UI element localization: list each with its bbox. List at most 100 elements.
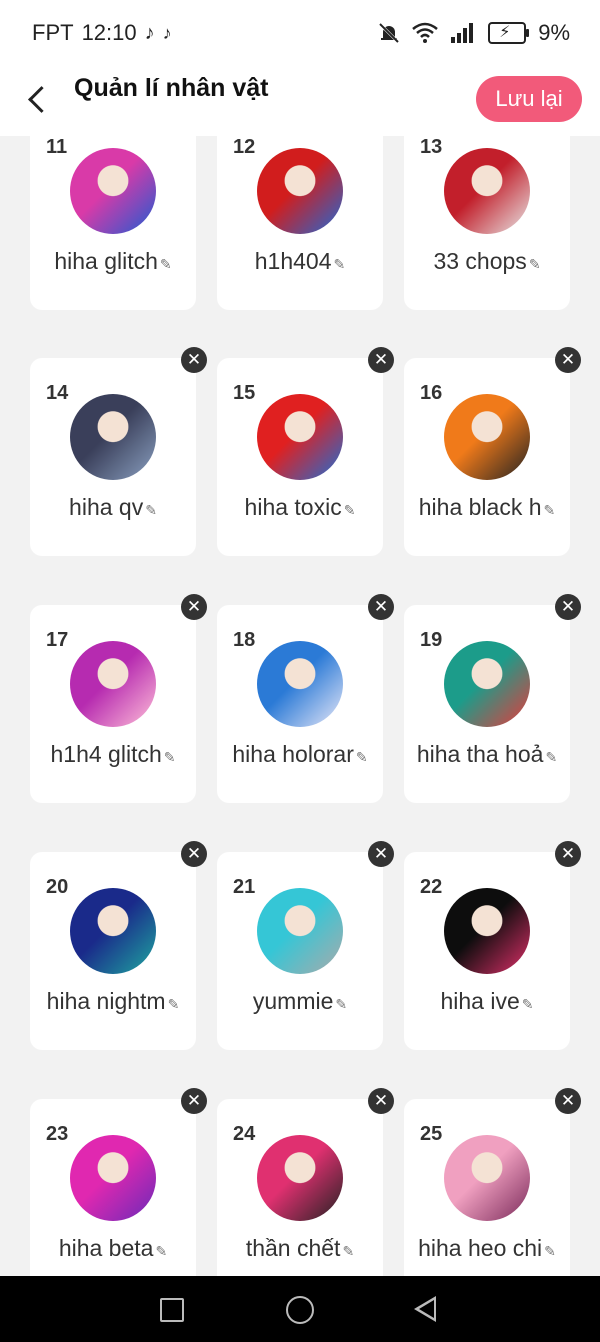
character-name[interactable]: hiha heo chi ✎ — [412, 1235, 562, 1262]
character-name-text: yummie — [252, 988, 334, 1014]
mute-bell-icon — [379, 22, 400, 44]
remove-close-icon[interactable]: ✕ — [555, 594, 581, 620]
avatar[interactable] — [70, 641, 156, 727]
character-name[interactable]: yummie ✎ — [225, 988, 375, 1015]
avatar[interactable] — [70, 394, 156, 480]
remove-close-icon[interactable]: ✕ — [368, 594, 394, 620]
edit-pencil-icon[interactable]: ✎ — [334, 256, 346, 272]
card-number: 14 — [46, 382, 69, 404]
remove-close-icon[interactable]: ✕ — [555, 841, 581, 867]
character-card[interactable]: ✕ 15 hiha toxic ✎ — [217, 347, 394, 556]
tiktok-icon: ♪ — [162, 23, 172, 43]
card-number: 25 — [420, 1123, 443, 1145]
remove-close-icon[interactable]: ✕ — [368, 841, 394, 867]
avatar[interactable] — [257, 148, 343, 234]
clock: 12:10 — [81, 20, 137, 45]
character-name-text: thần chết — [245, 1235, 341, 1261]
card-number: 19 — [420, 629, 443, 651]
character-card[interactable]: ✕ 22 hiha ive ✎ — [404, 841, 581, 1050]
avatar[interactable] — [257, 1135, 343, 1221]
edit-pencil-icon[interactable]: ✎ — [160, 256, 172, 272]
edit-pencil-icon[interactable]: ✎ — [356, 749, 368, 765]
edit-pencil-icon[interactable]: ✎ — [155, 1243, 167, 1259]
app-header: Quản lí nhân vật Lưu lại — [0, 68, 600, 136]
character-card[interactable]: ✕ 20 hiha nightm ✎ — [30, 841, 207, 1050]
character-name[interactable]: hiha ive ✎ — [412, 988, 562, 1015]
remove-close-icon[interactable]: ✕ — [181, 594, 207, 620]
character-name[interactable]: hiha beta ✎ — [38, 1235, 188, 1262]
recent-apps-icon[interactable] — [160, 1298, 184, 1322]
signal-icon — [451, 23, 474, 43]
character-name[interactable]: h1h404 ✎ — [225, 248, 375, 275]
edit-pencil-icon[interactable]: ✎ — [335, 996, 347, 1012]
edit-pencil-icon[interactable]: ✎ — [544, 1243, 556, 1259]
character-card[interactable]: ✕ 24 thần chết ✎ — [217, 1088, 394, 1276]
avatar[interactable] — [70, 1135, 156, 1221]
home-icon[interactable] — [286, 1296, 314, 1324]
avatar[interactable] — [444, 888, 530, 974]
status-left: FPT 12:10 ♪ ♪ — [32, 20, 172, 46]
character-name-text: hiha tha hoả — [416, 741, 544, 767]
avatar[interactable] — [257, 394, 343, 480]
card-number: 20 — [46, 876, 69, 898]
character-name[interactable]: hiha toxic ✎ — [225, 494, 375, 521]
avatar[interactable] — [257, 888, 343, 974]
card-number: 15 — [233, 382, 256, 404]
avatar[interactable] — [444, 394, 530, 480]
edit-pencil-icon[interactable]: ✎ — [544, 502, 556, 518]
wifi-icon — [412, 22, 439, 43]
character-name-text: hiha black h — [418, 494, 542, 520]
character-name[interactable]: hiha holorar ✎ — [225, 741, 375, 768]
character-card[interactable]: ✕ 18 hiha holorar ✎ — [217, 594, 394, 803]
character-card[interactable]: ✕ 19 hiha tha hoả ✎ — [404, 594, 581, 803]
remove-close-icon[interactable]: ✕ — [181, 1088, 207, 1114]
avatar[interactable] — [444, 148, 530, 234]
character-name[interactable]: hiha nightm ✎ — [38, 988, 188, 1015]
character-card[interactable]: ✕ 16 hiha black h ✎ — [404, 347, 581, 556]
character-card[interactable]: ✕ 23 hiha beta ✎ — [30, 1088, 207, 1276]
edit-pencil-icon[interactable]: ✎ — [522, 996, 534, 1012]
edit-pencil-icon[interactable]: ✎ — [168, 996, 180, 1012]
character-card[interactable]: ✕ 17 h1h4 glitch ✎ — [30, 594, 207, 803]
avatar[interactable] — [444, 641, 530, 727]
status-right: ⚡ 9% — [378, 20, 570, 46]
edit-pencil-icon[interactable]: ✎ — [164, 749, 176, 765]
character-name[interactable]: thần chết ✎ — [225, 1235, 375, 1262]
character-name[interactable]: hiha black h ✎ — [412, 494, 562, 521]
avatar[interactable] — [444, 1135, 530, 1221]
character-name[interactable]: 33 chops ✎ — [412, 248, 562, 275]
remove-close-icon[interactable]: ✕ — [555, 1088, 581, 1114]
card-number: 22 — [420, 876, 443, 898]
back-arrow-icon[interactable] — [24, 82, 54, 112]
remove-close-icon[interactable]: ✕ — [181, 841, 207, 867]
remove-close-icon[interactable]: ✕ — [555, 347, 581, 373]
character-card[interactable]: 13 33 chops ✎ — [404, 136, 570, 310]
character-card[interactable]: ✕ 25 hiha heo chi ✎ — [404, 1088, 581, 1276]
character-name[interactable]: hiha glitch ✎ — [38, 248, 188, 275]
remove-close-icon[interactable]: ✕ — [368, 347, 394, 373]
edit-pencil-icon[interactable]: ✎ — [145, 502, 157, 518]
save-button[interactable]: Lưu lại — [476, 76, 582, 122]
remove-close-icon[interactable]: ✕ — [181, 347, 207, 373]
battery-percent: 9% — [538, 20, 570, 45]
avatar[interactable] — [70, 888, 156, 974]
character-name[interactable]: hiha tha hoả ✎ — [412, 741, 562, 768]
edit-pencil-icon[interactable]: ✎ — [342, 1243, 354, 1259]
edit-pencil-icon[interactable]: ✎ — [545, 749, 557, 765]
character-card[interactable]: 12 h1h404 ✎ — [217, 136, 383, 310]
avatar[interactable] — [257, 641, 343, 727]
edit-pencil-icon[interactable]: ✎ — [529, 256, 541, 272]
character-name[interactable]: hiha qv ✎ — [38, 494, 188, 521]
card-number: 23 — [46, 1123, 69, 1145]
edit-pencil-icon[interactable]: ✎ — [344, 502, 356, 518]
character-card[interactable]: ✕ 14 hiha qv ✎ — [30, 347, 207, 556]
back-icon[interactable] — [414, 1296, 436, 1322]
character-name-text: hiha qv — [69, 494, 144, 520]
character-card[interactable]: 11 hiha glitch ✎ — [30, 136, 196, 310]
remove-close-icon[interactable]: ✕ — [368, 1088, 394, 1114]
character-grid[interactable]: 11 hiha glitch ✎ 12 h1h404 ✎ 13 33 chops ✎ ✕ 14 hih… — [0, 136, 600, 1276]
navigation-bar — [0, 1276, 600, 1342]
character-name[interactable]: h1h4 glitch ✎ — [38, 741, 188, 768]
character-card[interactable]: ✕ 21 yummie ✎ — [217, 841, 394, 1050]
avatar[interactable] — [70, 148, 156, 234]
